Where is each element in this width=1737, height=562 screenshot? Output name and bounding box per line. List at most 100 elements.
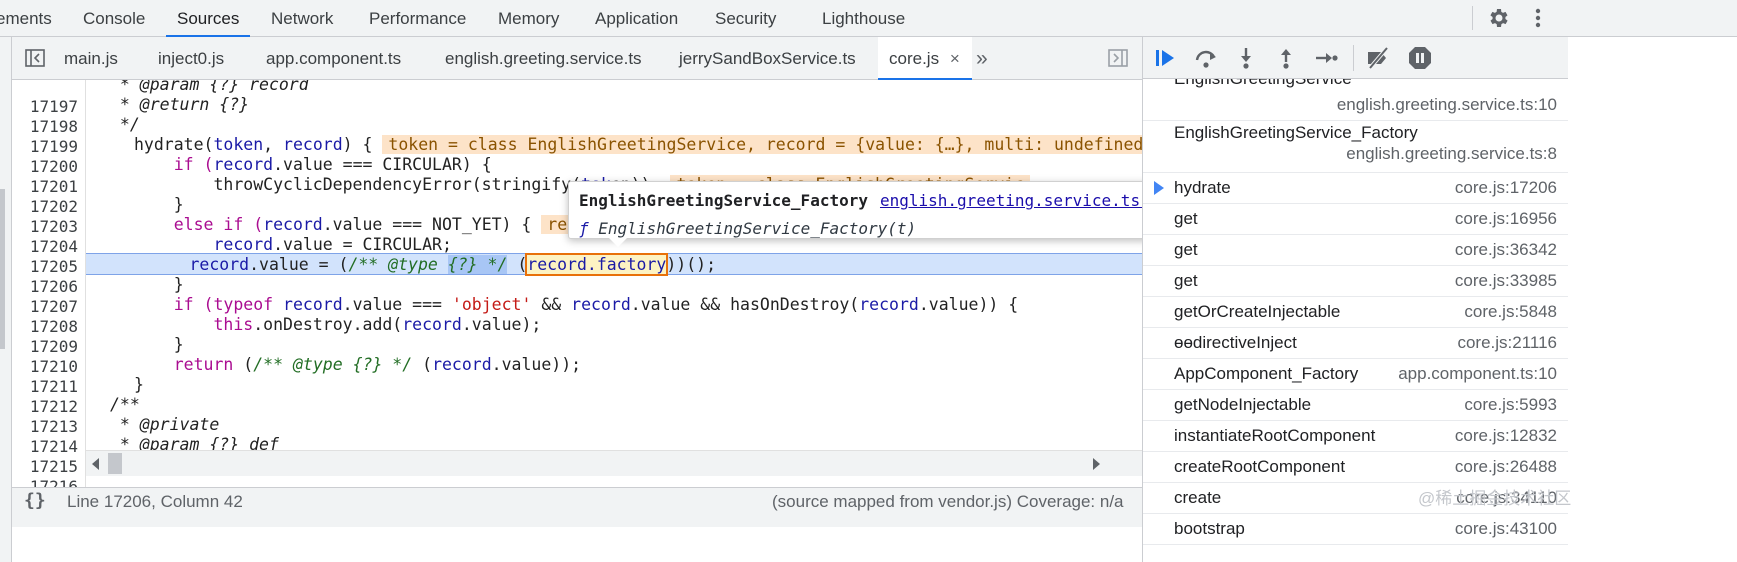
call-frame-location: core.js:21116 [1457, 333, 1557, 352]
call-frame-function: EnglishGreetingService_Factory [1174, 123, 1418, 142]
file-tab-inject0-js[interactable]: inject0.js [158, 37, 224, 80]
pause-on-exceptions-icon[interactable] [1407, 45, 1433, 71]
call-frame-location: core.js:16956 [1454, 209, 1557, 228]
code-line[interactable]: 17208 if (typeof record.value === 'objec… [12, 294, 1239, 336]
code-line[interactable]: 17199 */ [12, 114, 1239, 156]
call-frame[interactable]: AppComponent_Factory app.component.ts:10 [1143, 359, 1568, 390]
file-tab-jerry-sandbox-service[interactable]: jerrySandBoxService.ts [679, 37, 856, 80]
popover-pointer [609, 238, 627, 247]
resume-icon[interactable] [1153, 45, 1179, 71]
call-frame-location: core.js:36342 [1454, 240, 1557, 259]
toggle-navigator-icon[interactable] [24, 47, 46, 69]
source-map-info[interactable]: (source mapped from vendor.js) Coverage:… [772, 492, 1124, 512]
current-execution-line[interactable]: 17206 record.value = (/** @type {?} */ (… [30, 253, 1239, 296]
file-tab-english-greeting-service[interactable]: english.greeting.service.ts [445, 37, 642, 80]
code-line[interactable]: 17209 this.onDestroy.add(record.value); [12, 314, 1239, 356]
call-frame[interactable]: get core.js:16956 [1143, 204, 1568, 235]
step-into-icon[interactable] [1233, 45, 1259, 71]
code-line[interactable]: 17213 /** [12, 394, 1239, 436]
pretty-print-icon[interactable]: {} [24, 490, 46, 511]
call-frame[interactable]: getOrCreateInjectable core.js:5848 [1143, 297, 1568, 328]
code-text: } [134, 195, 184, 214]
call-frame[interactable]: getNodeInjectable core.js:5993 [1143, 390, 1568, 421]
toolbar-divider [1472, 6, 1473, 30]
tab-application[interactable]: Application [595, 0, 678, 37]
tab-elements[interactable]: ements [0, 0, 52, 37]
code-text: /** [110, 395, 140, 414]
more-tabs-icon[interactable]: » [976, 37, 988, 80]
call-frame[interactable]: get core.js:33985 [1143, 266, 1568, 297]
call-frame-location: english.greeting.service.ts:10 [1336, 95, 1557, 114]
call-frame-location: app.component.ts:10 [1398, 364, 1557, 383]
code-text: * @return {?} [110, 95, 250, 114]
deactivate-breakpoints-icon[interactable] [1365, 45, 1391, 71]
code-text: */ [110, 115, 140, 134]
tab-lighthouse[interactable]: Lighthouse [822, 0, 905, 37]
editor-status-bar: {} Line 17206, Column 42 (source mapped … [12, 487, 1263, 527]
popover-source-link[interactable]: english.greeting.service.ts:8 [880, 191, 1159, 210]
call-frame-location: core.js:17206 [1454, 178, 1557, 197]
code-line[interactable]: 17211 return (/** @type {?} */ (record.v… [12, 354, 1239, 396]
call-frame[interactable]: bootstrap core.js:43100 [1143, 514, 1568, 545]
code-line[interactable]: 17200 hydrate(token, record) { token = c… [12, 134, 1239, 176]
popover-signature-row: ƒ EnglishGreetingService_Factory(t) [579, 219, 916, 238]
horizontal-scrollbar[interactable] [86, 450, 1239, 476]
settings-gear-icon[interactable] [1486, 6, 1510, 30]
tab-memory[interactable]: Memory [498, 0, 559, 37]
scroll-left-arrow-icon[interactable] [90, 458, 100, 470]
code-text: } [134, 335, 184, 354]
code-text: else if (record.value === NOT_YET) { rec… [134, 214, 613, 236]
file-tab-main-js[interactable]: main.js [64, 37, 118, 80]
call-frame[interactable]: get core.js:36342 [1143, 235, 1568, 266]
editor-file-tabs: main.js inject0.js app.component.ts engl… [12, 37, 1263, 80]
code-editor[interactable]: 17197 * @param {?} record 17198 * @retur… [12, 80, 1263, 500]
code-text: if (typeof record.value === 'object' && … [134, 295, 1019, 314]
call-frame-function: create [1174, 488, 1222, 507]
tab-network[interactable]: Network [271, 0, 333, 37]
code-text: this.onDestroy.add(record.value); [213, 315, 542, 334]
file-tab-core-js[interactable]: core.js × [878, 37, 972, 80]
file-tab-app-component[interactable]: app.component.ts [266, 37, 401, 80]
step-out-icon[interactable] [1273, 45, 1299, 71]
call-frame[interactable]: ɵɵdirectiveInject core.js:21116 [1143, 328, 1568, 359]
code-line[interactable]: 17212 } [12, 374, 1239, 416]
tab-performance[interactable]: Performance [369, 0, 466, 37]
tab-console[interactable]: Console [83, 0, 145, 37]
code-line[interactable]: 17198 * @return {?} [12, 94, 1239, 136]
code-line[interactable]: 17214 * @private [12, 414, 1239, 456]
toggle-debugger-icon[interactable] [1107, 47, 1129, 69]
scroll-right-arrow-icon[interactable] [1092, 458, 1102, 470]
horizontal-scroll-thumb[interactable] [108, 453, 122, 474]
code-text: record.value = (/** @type {?} */ (record… [189, 253, 717, 276]
step-over-icon[interactable] [1193, 45, 1219, 71]
call-frame-function: AppComponent_Factory [1174, 364, 1359, 383]
code-line[interactable]: 17210 } [12, 334, 1239, 376]
call-frame[interactable]: instantiateRootComponent core.js:12832 [1143, 421, 1568, 452]
call-frame[interactable]: createRootComponent core.js:26488 [1143, 452, 1568, 483]
call-frame-function: get [1174, 240, 1198, 259]
call-frame-location: core.js:26488 [1454, 457, 1557, 476]
popover-function-name: EnglishGreetingService_Factory [579, 191, 868, 210]
call-frame-function: getNodeInjectable [1174, 395, 1312, 414]
code-line[interactable]: 17207 } [12, 274, 1239, 316]
kebab-menu-icon[interactable] [1526, 6, 1550, 30]
code-line[interactable]: 17201 if (record.value === CIRCULAR) { [12, 154, 1239, 196]
navigator-collapsed-strip [0, 37, 12, 562]
call-frame-current[interactable]: hydrate core.js:17206 [1143, 173, 1568, 204]
call-frame[interactable]: EnglishGreetingService_Factory english.g… [1143, 121, 1568, 173]
step-icon[interactable] [1313, 45, 1339, 71]
close-tab-icon[interactable]: × [950, 49, 960, 68]
call-frame-function: get [1174, 209, 1198, 228]
call-frame[interactable]: EnglishGreetingService english.greeting.… [1143, 79, 1568, 121]
code-text: return (/** @type {?} */ (record.value))… [173, 355, 582, 374]
variable-hover-popover: EnglishGreetingService_Factory english.gr… [568, 181, 1160, 247]
tab-security[interactable]: Security [715, 0, 776, 37]
call-frame-location: core.js:12832 [1454, 426, 1557, 445]
tab-sources[interactable]: Sources [166, 0, 251, 37]
current-frame-arrow-icon [1154, 181, 1164, 195]
hovered-expression[interactable]: record.factory [525, 253, 669, 276]
call-frame-location: core.js:43100 [1454, 519, 1557, 538]
function-glyph-icon: ƒ [579, 219, 589, 238]
debugger-toolbar [1143, 37, 1568, 79]
strip-scroll-thumb[interactable] [0, 189, 5, 349]
